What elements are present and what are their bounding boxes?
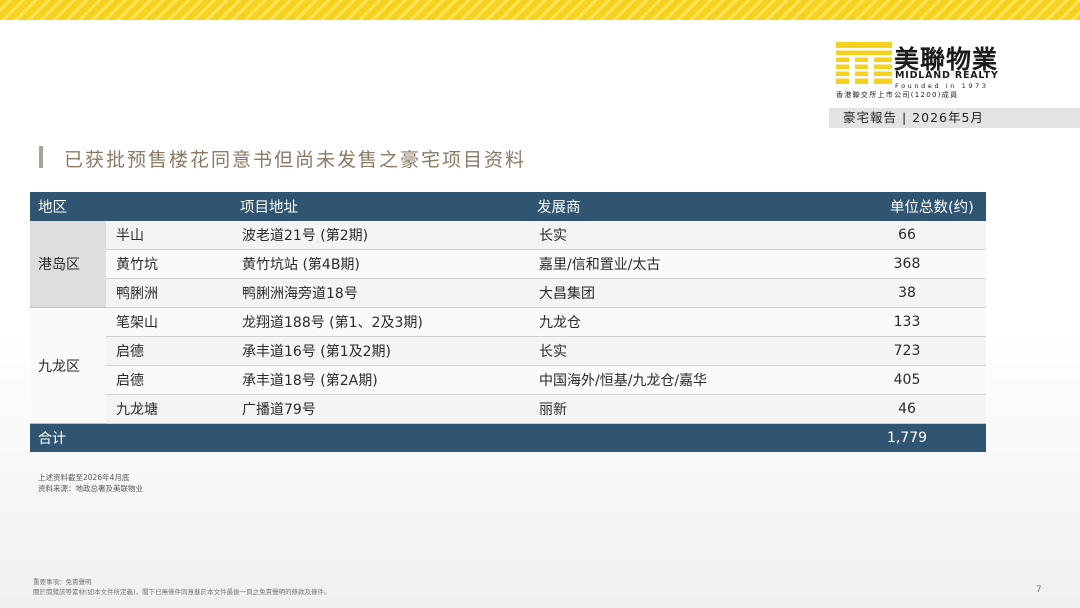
disclaimer-text: 關於閱覽該等素材(如本文件所定義)，閣下已無條件同意載於本文件最後一頁之免責聲明… (33, 588, 331, 596)
district-cell: 黄竹坑 (106, 249, 232, 279)
region-cell-hk-island: 港岛区 (30, 221, 106, 308)
total-row: 合计 1,779 (30, 423, 986, 452)
district-cell: 鸭脷洲 (106, 278, 232, 308)
page-number: 7 (1036, 585, 1042, 595)
developer-cell: 大昌集团 (529, 278, 828, 308)
address-cell: 龙翔道188号 (第1、2及3期) (232, 307, 529, 337)
top-stripe (0, 0, 1080, 20)
note-source: 资料来源：地政总署及美联物业 (38, 484, 143, 493)
address-cell: 承丰道16号 (第1及2期) (232, 336, 529, 366)
units-cell: 405 (828, 365, 986, 395)
source-notes: 上述资料截至2026年4月底 资料来源：地政总署及美联物业 (38, 472, 143, 494)
table-row: 鸭脷洲 鸭脷洲海旁道18号 大昌集团 38 (30, 278, 986, 308)
logo-founded: Founded in 1973 (895, 82, 989, 90)
disclaimer-heading: 重要事項：免責聲明 (33, 578, 92, 586)
report-label: 豪宅報告 | 2026年5月 (829, 108, 1080, 128)
units-cell: 46 (828, 394, 986, 424)
page-title: 已获批预售楼花同意书但尚未发售之豪宅项目资料 (64, 149, 527, 171)
total-label: 合计 (30, 423, 828, 452)
district-cell: 笔架山 (106, 307, 232, 337)
midland-logo: 美聯物業 MIDLAND REALTY Founded in 1973 香港聯交… (836, 42, 1008, 100)
developer-cell: 长实 (529, 336, 828, 366)
units-cell: 133 (828, 307, 986, 337)
midland-m-icon (836, 42, 892, 84)
developer-cell: 九龙仓 (529, 307, 828, 337)
address-cell: 广播道79号 (232, 394, 529, 424)
district-cell: 启德 (106, 336, 232, 366)
title-accent-bar (39, 146, 43, 168)
note-date: 上述资料截至2026年4月底 (38, 473, 130, 482)
units-cell: 38 (828, 278, 986, 308)
units-cell: 66 (828, 221, 986, 250)
header-units: 单位总数(约) (828, 192, 986, 221)
header-region: 地区 (30, 192, 232, 221)
table-row: 九龙区 笔架山 龙翔道188号 (第1、2及3期) 九龙仓 133 (30, 307, 986, 424)
logo-listed-text: 香港聯交所上市公司(1200)成員 (836, 91, 959, 99)
table-header-row: 地区 项目地址 发展商 单位总数(约) (30, 192, 986, 221)
units-cell: 368 (828, 249, 986, 279)
address-cell: 波老道21号 (第2期) (232, 221, 529, 250)
units-cell: 723 (828, 336, 986, 366)
table-row: 港岛区 半山 波老道21号 (第2期) 长实 66 (30, 221, 986, 308)
developer-cell: 中国海外/恒基/九龙仓/嘉华 (529, 365, 828, 395)
table-row: 黄竹坑 黄竹坑站 (第4B期) 嘉里/信和置业/太古 368 (30, 249, 986, 279)
header-developer: 发展商 (529, 192, 828, 221)
address-cell: 鸭脷洲海旁道18号 (232, 278, 529, 308)
projects-table: 地区 项目地址 发展商 单位总数(约) 港岛区 半山 波老道21号 (第2期) … (30, 192, 986, 452)
district-cell: 九龙塘 (106, 394, 232, 424)
table-row: 启德 承丰道18号 (第2A期) 中国海外/恒基/九龙仓/嘉华 405 (30, 365, 986, 395)
header-address: 项目地址 (232, 192, 529, 221)
table-row: 九龙塘 广播道79号 丽新 46 (30, 394, 986, 424)
developer-cell: 丽新 (529, 394, 828, 424)
region-cell-kowloon: 九龙区 (30, 307, 106, 424)
table-row: 启德 承丰道16号 (第1及2期) 长实 723 (30, 336, 986, 366)
developer-cell: 嘉里/信和置业/太古 (529, 249, 828, 279)
developer-cell: 长实 (529, 221, 828, 250)
address-cell: 黄竹坑站 (第4B期) (232, 249, 529, 279)
address-cell: 承丰道18号 (第2A期) (232, 365, 529, 395)
logo-english-name: MIDLAND REALTY (895, 70, 999, 81)
district-cell: 启德 (106, 365, 232, 395)
total-units: 1,779 (828, 423, 986, 452)
disclaimer: 重要事項：免責聲明 關於閱覽該等素材(如本文件所定義)，閣下已無條件同意載於本文… (33, 577, 331, 597)
district-cell: 半山 (106, 221, 232, 250)
